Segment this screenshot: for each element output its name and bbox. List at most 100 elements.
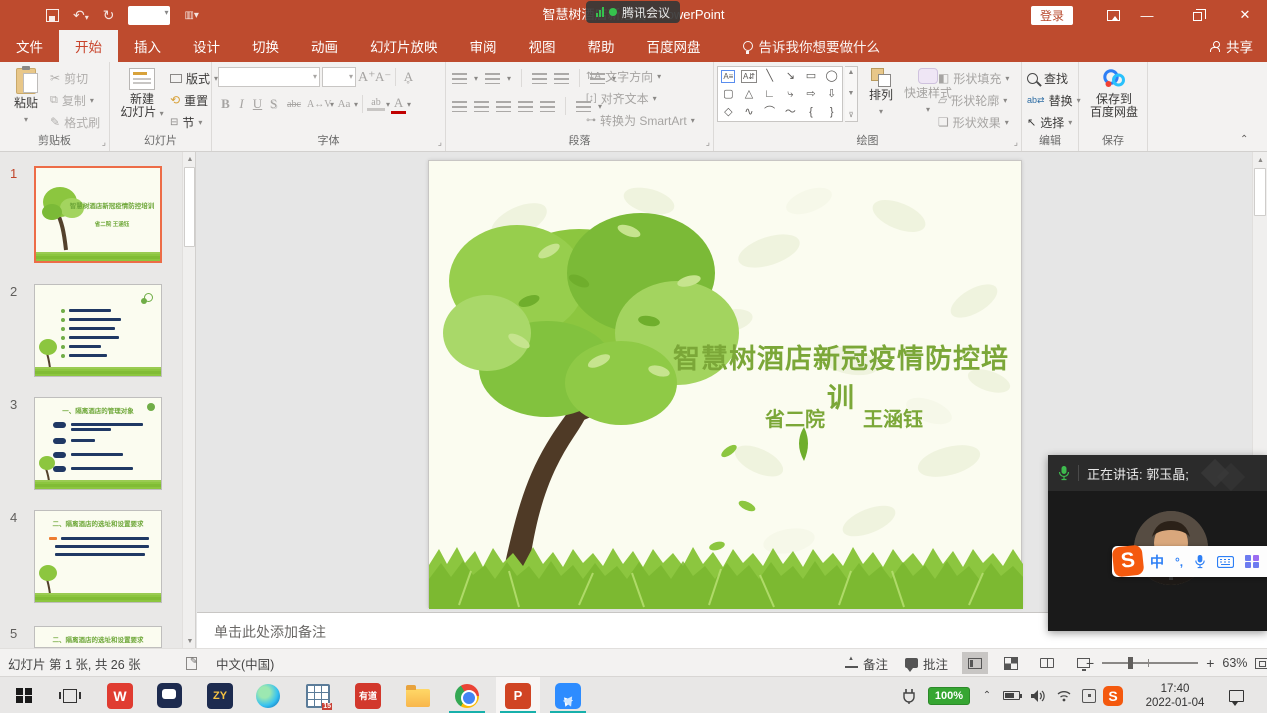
network-icon[interactable]	[1052, 677, 1076, 713]
tab-design[interactable]: 设计	[177, 30, 236, 62]
sogou-logo-icon[interactable]: S	[1112, 545, 1145, 578]
arrange-button[interactable]: 排列▾	[862, 64, 900, 132]
taskbar-chat-app[interactable]	[147, 677, 191, 713]
language-indicator[interactable]: 中文(中国)	[216, 649, 274, 677]
shape-fill-button[interactable]: ◧形状填充▾	[938, 68, 1009, 88]
cut-button[interactable]: ✂剪切	[50, 68, 88, 88]
input-indicator-icon[interactable]	[1078, 677, 1100, 713]
format-painter-button[interactable]: ✎格式刷	[50, 112, 100, 132]
taskbar-file-explorer[interactable]	[396, 677, 440, 713]
restore-button[interactable]	[1180, 0, 1214, 30]
scroll-up-button[interactable]: ▲	[183, 152, 196, 166]
scroll-up-button[interactable]: ▲	[1253, 153, 1267, 167]
slide-counter[interactable]: 幻灯片 第 1 张, 共 26 张	[8, 649, 141, 677]
underline-button[interactable]: U	[250, 96, 265, 112]
fit-slide-to-window-icon[interactable]	[1255, 658, 1267, 669]
arrow-line-shape-icon[interactable]: ↘	[786, 71, 795, 82]
slide-thumbnail-1[interactable]: 智慧树酒店新冠疫情防控培训 省二院 王涵钰	[34, 166, 162, 263]
right-brace-shape-icon[interactable]: }	[830, 107, 834, 118]
tab-review[interactable]: 审阅	[454, 30, 513, 62]
decrease-font-icon[interactable]: A⁻	[375, 69, 390, 85]
change-case-button[interactable]: Aa	[335, 98, 353, 110]
ime-language-mode[interactable]: 中	[1150, 552, 1164, 572]
taskbar-zy-app[interactable]: ZY	[198, 677, 242, 713]
thumbnail-scrollbar[interactable]: ▲ ▼	[182, 152, 196, 648]
convert-smartart-button[interactable]: ⊶转换为 SmartArt▾	[586, 110, 695, 130]
tencent-meeting-overlay[interactable]: 正在讲话: 郭玉晶;	[1048, 455, 1267, 631]
down-arrow-shape-icon[interactable]: ⇩	[827, 89, 836, 100]
font-size-combobox[interactable]	[322, 67, 356, 87]
numbering-icon[interactable]	[485, 73, 500, 84]
ribbon-display-options-button[interactable]	[1096, 0, 1130, 30]
action-center-button[interactable]	[1222, 677, 1250, 713]
right-arrow-shape-icon[interactable]: ⇨	[806, 89, 815, 100]
line-shape-icon[interactable]: ╲	[766, 71, 773, 82]
ime-punctuation-toggle[interactable]: °,	[1175, 555, 1183, 569]
tab-baidu-netdisk[interactable]: 百度网盘	[631, 30, 717, 62]
tab-help[interactable]: 帮助	[572, 30, 631, 62]
section-button[interactable]: ⊟节▾	[170, 112, 202, 132]
reading-view-button[interactable]	[1034, 652, 1060, 674]
select-button[interactable]: ↖选择▾	[1027, 112, 1072, 132]
new-slide-button[interactable]: 新建幻灯片 ▾	[118, 64, 166, 132]
zoom-out-button[interactable]: −	[1086, 655, 1094, 671]
ime-keyboard-icon[interactable]	[1217, 556, 1234, 568]
strikethrough-button[interactable]: abc	[282, 99, 306, 110]
font-color-button[interactable]: A	[391, 95, 406, 114]
power-plug-icon[interactable]	[898, 677, 920, 713]
scribble-shape-icon[interactable]: ∿	[744, 107, 753, 118]
notes-placeholder[interactable]: 单击此处添加备注	[214, 622, 326, 642]
increase-font-icon[interactable]: A⁺	[358, 69, 373, 86]
text-direction-button[interactable]: ⇅A文字方向▾	[586, 66, 661, 86]
font-dialog-launcher[interactable]: ⌟	[438, 137, 442, 148]
zoom-slider-thumb[interactable]	[1128, 657, 1133, 669]
taskbar-word-app[interactable]: W	[98, 677, 142, 713]
textbox-shape-icon[interactable]: A≡	[721, 70, 735, 83]
arc-shape-icon[interactable]: ⌒	[764, 107, 775, 118]
slide-thumbnail-3[interactable]: 一、隔离酒店的管理对象	[34, 397, 162, 490]
tab-insert[interactable]: 插入	[118, 30, 177, 62]
shapes-gallery-scrollbar[interactable]: ▲▼⊽	[845, 66, 858, 122]
vertical-textbox-shape-icon[interactable]: A⇵	[741, 70, 757, 83]
zoom-in-button[interactable]: +	[1206, 655, 1214, 671]
tab-slideshow[interactable]: 幻灯片放映	[354, 30, 454, 62]
freeform-shape-icon[interactable]: ◇	[724, 107, 732, 118]
slide-thumbnail-4[interactable]: 二、隔离酒店的选址和设置要求	[34, 510, 162, 603]
notes-toggle[interactable]: 备注	[845, 649, 888, 677]
character-spacing-button[interactable]: A↔V	[307, 99, 329, 110]
clock[interactable]: 17:40 2022-01-04	[1134, 677, 1216, 713]
align-left-icon[interactable]	[452, 101, 467, 112]
rectangle-shape-icon[interactable]: ▭	[806, 71, 816, 82]
left-brace-shape-icon[interactable]: {	[809, 107, 813, 118]
curve-shape-icon[interactable]: 〜	[785, 107, 796, 118]
triangle-shape-icon[interactable]: △	[745, 89, 753, 100]
meeting-floating-badge[interactable]: 腾讯会议	[586, 1, 680, 23]
ime-voice-icon[interactable]	[1194, 554, 1206, 569]
volume-icon[interactable]	[1026, 677, 1050, 713]
tab-transitions[interactable]: 切换	[236, 30, 295, 62]
tell-me-box[interactable]: 告诉我你想要做什么	[727, 30, 897, 62]
oval-shape-icon[interactable]: ◯	[826, 71, 838, 82]
shape-outline-button[interactable]: ▱形状轮廓▾	[938, 90, 1007, 110]
font-name-combobox[interactable]	[218, 67, 320, 87]
save-to-baidu-button[interactable]: 保存到百度网盘	[1089, 64, 1139, 132]
ime-toolbox-icon[interactable]	[1245, 555, 1259, 569]
bold-button[interactable]: B	[218, 96, 233, 112]
meeting-overlay-header[interactable]: 正在讲话: 郭玉晶;	[1048, 455, 1267, 491]
layout-button[interactable]: 版式▾	[170, 68, 218, 88]
spellcheck-icon[interactable]	[186, 649, 197, 677]
zoom-slider[interactable]	[1102, 662, 1198, 664]
reset-button[interactable]: ⟲重置	[170, 90, 208, 110]
elbow-connector-icon[interactable]: ∟	[764, 89, 775, 100]
bullets-icon[interactable]	[452, 73, 467, 84]
paste-button[interactable]: 粘贴▾	[4, 64, 48, 132]
clipboard-dialog-launcher[interactable]: ⌟	[102, 137, 106, 148]
elbow-arrow-connector-icon[interactable]: ⤷	[787, 89, 793, 100]
rounded-rectangle-shape-icon[interactable]: ▢	[723, 89, 733, 100]
taskbar-powerpoint[interactable]: P	[496, 677, 540, 713]
taskbar-edge[interactable]	[246, 677, 290, 713]
sogou-ime-bar[interactable]: S 中 °,	[1112, 546, 1267, 577]
copy-button[interactable]: ⧉复制▾	[50, 90, 94, 110]
replace-button[interactable]: ab⇄替换▾	[1027, 90, 1081, 110]
sogou-tray-icon[interactable]: S	[1100, 677, 1126, 713]
